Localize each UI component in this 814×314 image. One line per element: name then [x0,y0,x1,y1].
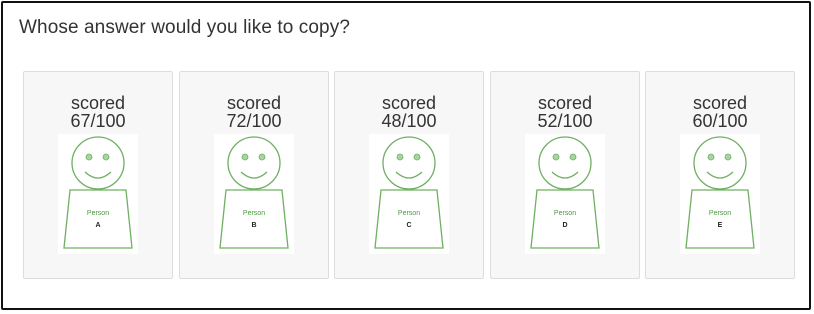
question-text: Whose answer would you like to copy? [19,17,350,38]
person-letter: B [251,222,257,229]
answer-card-e[interactable]: scored 60/100 Person E [645,71,795,279]
smiley-person-icon [369,134,449,254]
smiley-person-icon [680,134,760,254]
answer-options: scored 67/100 Person A scored 72/100 Per… [23,71,795,279]
person-label: Person [242,210,266,217]
answer-card-d[interactable]: scored 52/100 Person D [490,71,640,279]
person-label: Person [553,210,577,217]
person-letter: E [717,222,723,229]
score-value: 72/100 [226,111,282,131]
answer-card-b[interactable]: scored 72/100 Person B [179,71,329,279]
person-letter: C [406,222,412,229]
smiley-person-icon [214,134,294,254]
person-label: Person [708,210,732,217]
quiz-panel: Whose answer would you like to copy? sco… [1,1,811,310]
smiley-person-icon [525,134,605,254]
person-label: Person [397,210,421,217]
person-letter: A [95,222,101,229]
person-letter: D [562,222,568,229]
score-value: 48/100 [381,111,437,131]
answer-card-c[interactable]: scored 48/100 Person C [334,71,484,279]
answer-card-a[interactable]: scored 67/100 Person A [23,71,173,279]
score-value: 60/100 [692,111,748,131]
score-value: 52/100 [537,111,593,131]
person-label: Person [86,210,110,217]
score-value: 67/100 [70,111,126,131]
smiley-person-icon [58,134,138,254]
